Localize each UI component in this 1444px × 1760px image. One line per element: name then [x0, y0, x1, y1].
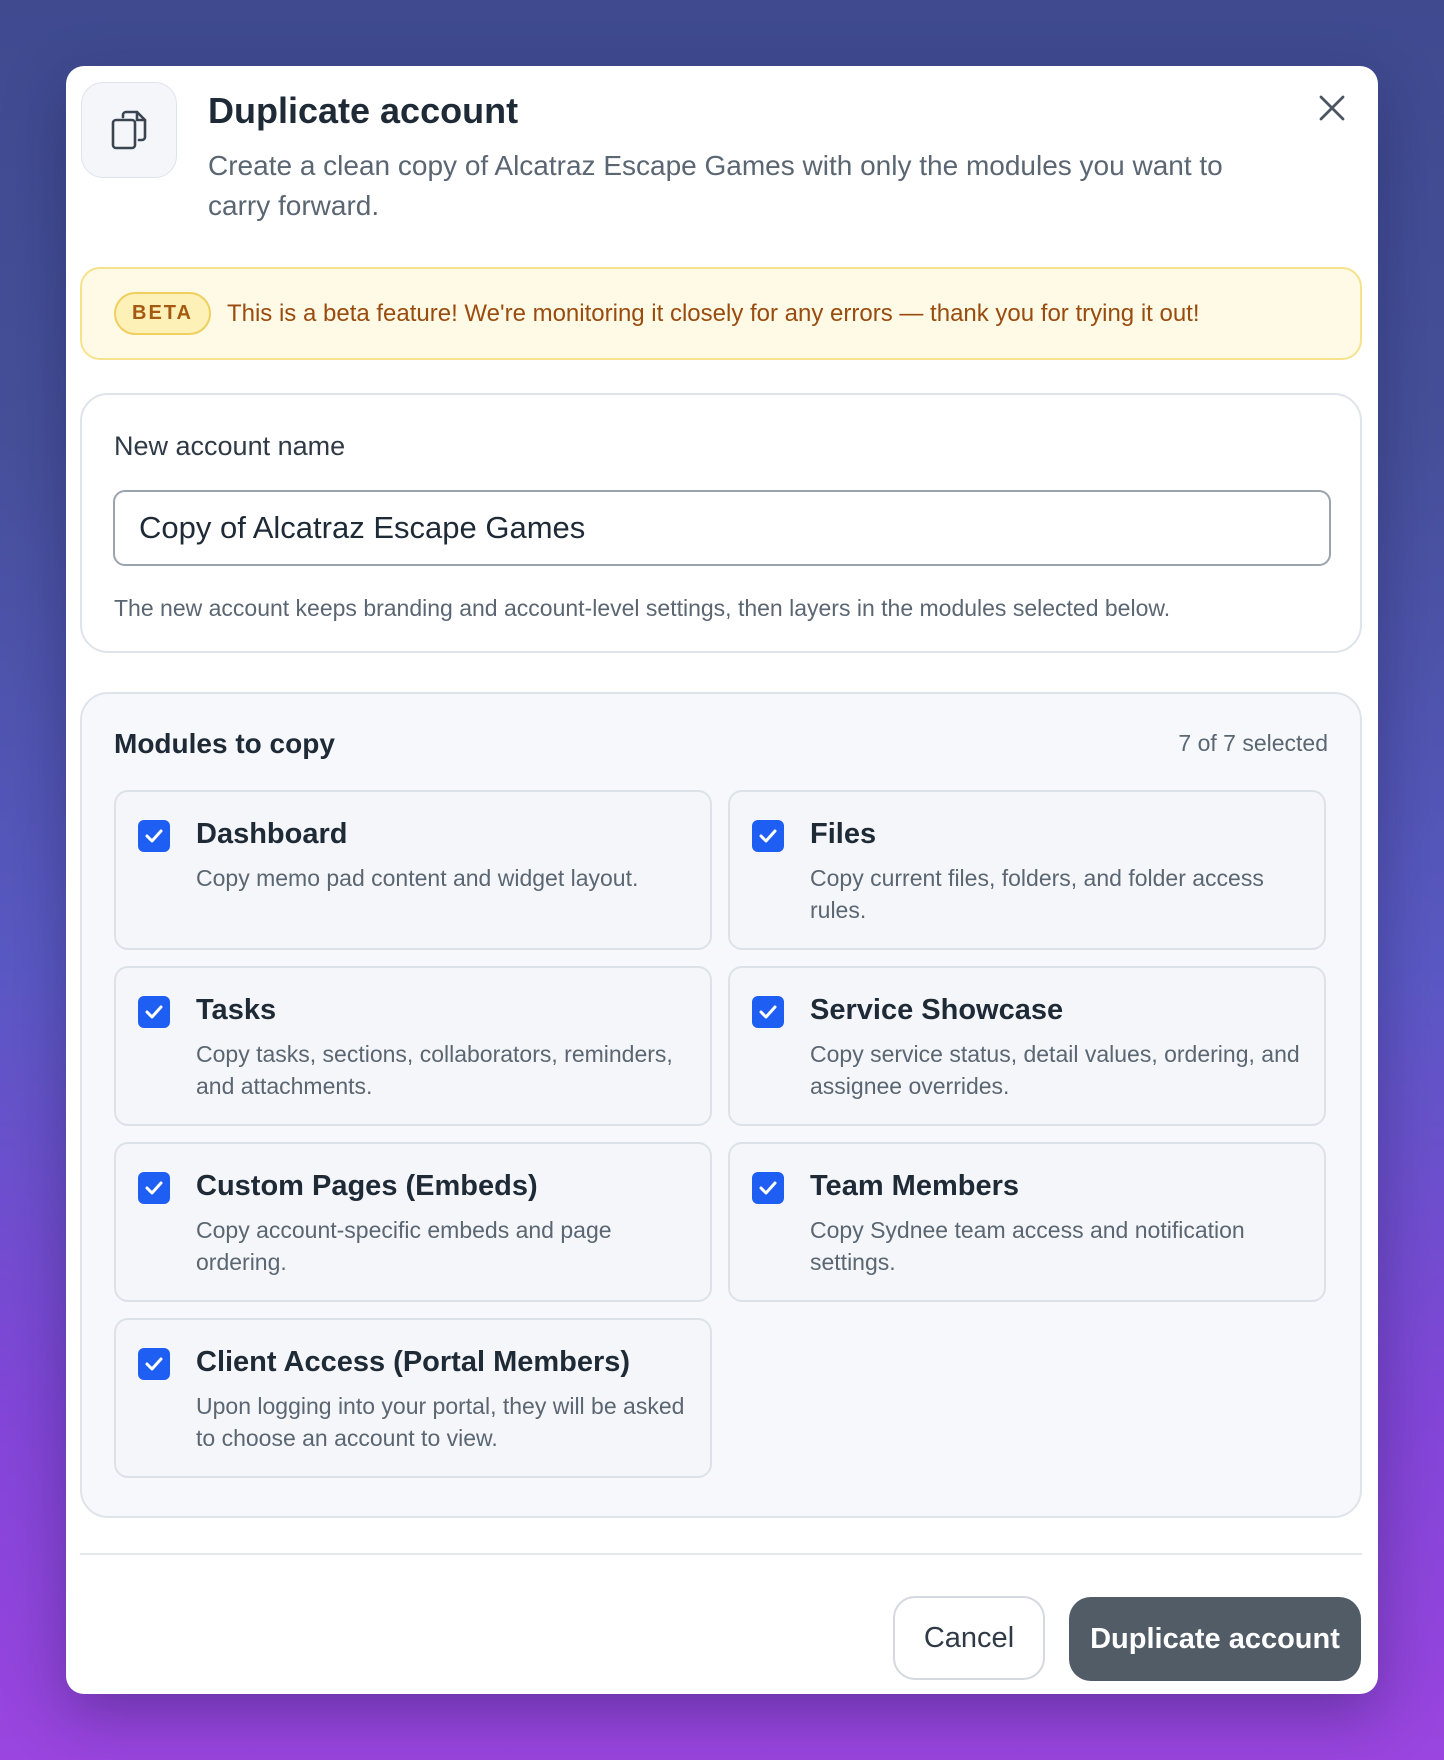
copy-icon: [81, 82, 177, 178]
module-description: Copy current files, folders, and folder …: [810, 865, 1264, 923]
module-title: Client Access (Portal Members): [196, 1346, 631, 1378]
checkmark-icon: [145, 1181, 163, 1195]
module-tasks[interactable]: Tasks Copy tasks, sections, collaborator…: [114, 966, 712, 1126]
module-files[interactable]: Files Copy current files, folders, and f…: [728, 790, 1326, 950]
modules-title: Modules to copy: [114, 728, 335, 759]
checkmark-icon: [145, 829, 163, 843]
module-checkbox[interactable]: [752, 996, 784, 1028]
module-title: Service Showcase: [810, 994, 1064, 1026]
module-team-members[interactable]: Team Members Copy Sydnee team access and…: [728, 1142, 1326, 1302]
beta-message: This is a beta feature! We're monitoring…: [226, 299, 1200, 327]
module-title: Dashboard: [196, 818, 348, 850]
module-checkbox[interactable]: [752, 1172, 784, 1204]
module-checkbox[interactable]: [138, 1172, 170, 1204]
modules-selected-count: 7 of 7 selected: [1178, 730, 1328, 756]
beta-badge: BETA: [114, 292, 211, 335]
checkmark-icon: [759, 1005, 777, 1019]
checkmark-icon: [759, 1181, 777, 1195]
beta-banner: BETA This is a beta feature! We're monit…: [80, 267, 1362, 360]
account-name-section: New account name The new account keeps b…: [80, 393, 1362, 653]
module-description: Copy account-specific embeds and page or…: [196, 1217, 612, 1275]
account-name-help: The new account keeps branding and accou…: [114, 595, 1171, 621]
duplicate-account-dialog: Duplicate account Create a clean copy of…: [66, 66, 1378, 1694]
module-description: Copy Sydnee team access and notification…: [810, 1217, 1245, 1275]
module-description: Copy memo pad content and widget layout.: [196, 865, 639, 891]
module-title: Team Members: [810, 1170, 1019, 1202]
checkmark-icon: [145, 1357, 163, 1371]
modules-section: Modules to copy 7 of 7 selected Dashboar…: [80, 692, 1362, 1518]
module-client-access[interactable]: Client Access (Portal Members) Upon logg…: [114, 1318, 712, 1478]
module-title: Tasks: [196, 994, 277, 1026]
module-description: Upon logging into your portal, they will…: [196, 1393, 685, 1451]
module-custom-pages[interactable]: Custom Pages (Embeds) Copy account-speci…: [114, 1142, 712, 1302]
cancel-button[interactable]: Cancel: [893, 1596, 1045, 1680]
module-service-showcase[interactable]: Service Showcase Copy service status, de…: [728, 966, 1326, 1126]
close-button[interactable]: [1312, 88, 1352, 128]
footer-divider: [80, 1553, 1362, 1555]
module-checkbox[interactable]: [138, 996, 170, 1028]
checkmark-icon: [759, 829, 777, 843]
dialog-subtitle: Create a clean copy of Alcatraz Escape G…: [208, 150, 1223, 221]
module-title: Custom Pages (Embeds): [196, 1170, 538, 1202]
module-checkbox[interactable]: [752, 820, 784, 852]
duplicate-account-button[interactable]: Duplicate account: [1069, 1597, 1361, 1681]
module-checkbox[interactable]: [138, 1348, 170, 1380]
account-name-input[interactable]: [113, 490, 1331, 566]
module-checkbox[interactable]: [138, 820, 170, 852]
module-dashboard[interactable]: Dashboard Copy memo pad content and widg…: [114, 790, 712, 950]
module-description: Copy service status, detail values, orde…: [810, 1041, 1300, 1099]
account-name-label: New account name: [114, 431, 346, 461]
module-title: Files: [810, 818, 877, 850]
dialog-title: Duplicate account: [208, 90, 519, 131]
module-description: Copy tasks, sections, collaborators, rem…: [196, 1041, 673, 1099]
checkmark-icon: [145, 1005, 163, 1019]
close-icon: [1319, 95, 1345, 121]
